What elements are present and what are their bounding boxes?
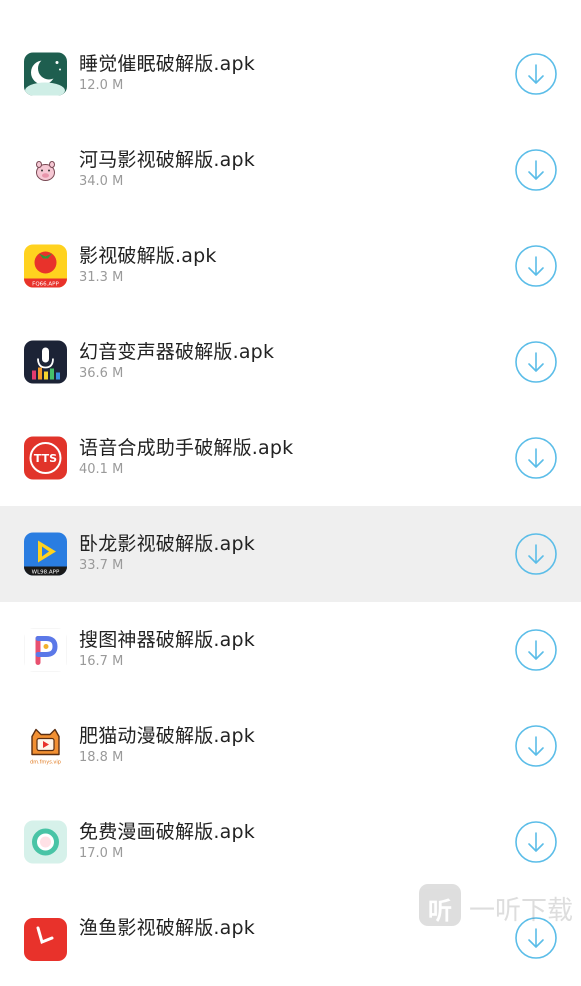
- svg-text:WL98.APP: WL98.APP: [32, 570, 60, 576]
- download-arrow-icon: [515, 629, 557, 671]
- item-title: 卧龙影视破解版.apk: [79, 533, 255, 555]
- red-app-icon: [24, 918, 67, 961]
- download-arrow-icon: [515, 725, 557, 767]
- download-button[interactable]: [515, 821, 557, 863]
- item-title: 语音合成助手破解版.apk: [79, 437, 294, 459]
- download-button[interactable]: [515, 341, 557, 383]
- download-arrow-icon: [515, 149, 557, 191]
- download-button[interactable]: [515, 149, 557, 191]
- download-arrow-icon: [515, 821, 557, 863]
- list-item[interactable]: 免费漫画破解版.apk 17.0 M: [0, 794, 581, 890]
- pink-pig-icon: [24, 148, 67, 192]
- list-item[interactable]: 睡觉催眠破解版.apk 12.0 M: [0, 26, 581, 122]
- svg-text:TTS: TTS: [34, 452, 57, 465]
- watermark-logo-icon: 听: [419, 884, 461, 926]
- download-arrow-icon: [515, 341, 557, 383]
- item-size: 31.3 M: [79, 270, 124, 285]
- item-title: 渔鱼影视破解版.apk: [79, 917, 255, 939]
- download-arrow-icon: [515, 437, 557, 479]
- item-title: 免费漫画破解版.apk: [79, 821, 255, 843]
- ring-icon: [24, 820, 67, 864]
- item-title: 睡觉催眠破解版.apk: [79, 53, 255, 75]
- item-size: 40.1 M: [79, 462, 124, 477]
- download-button[interactable]: [515, 629, 557, 671]
- item-title: 肥猫动漫破解版.apk: [79, 725, 255, 747]
- microphone-icon: [24, 340, 67, 384]
- list-item[interactable]: 河马影视破解版.apk 34.0 M: [0, 122, 581, 218]
- item-size: 16.7 M: [79, 654, 124, 669]
- list-item[interactable]: 幻音变声器破解版.apk 36.6 M: [0, 314, 581, 410]
- download-button[interactable]: [515, 437, 557, 479]
- item-title: 影视破解版.apk: [79, 245, 217, 267]
- item-size: 17.0 M: [79, 846, 124, 861]
- cat-tv-icon: dm.fmys.vip: [24, 724, 67, 768]
- svg-text:FQ66.APP: FQ66.APP: [32, 282, 59, 288]
- svg-text:dm.fmys.vip: dm.fmys.vip: [30, 760, 61, 766]
- list-item[interactable]: TTS 语音合成助手破解版.apk 40.1 M: [0, 410, 581, 506]
- item-size: 18.8 M: [79, 750, 124, 765]
- watermark: 听 一听下载: [419, 884, 579, 928]
- download-button[interactable]: [515, 245, 557, 287]
- download-arrow-icon: [515, 53, 557, 95]
- download-arrow-icon: [515, 533, 557, 575]
- tomato-icon: FQ66.APP: [24, 244, 67, 288]
- watermark-logo-glyph: 听: [428, 897, 452, 925]
- item-size: 12.0 M: [79, 78, 124, 93]
- moon-sleep-icon: [24, 52, 67, 96]
- item-size: 33.7 M: [79, 558, 124, 573]
- list-item[interactable]: 搜图神器破解版.apk 16.7 M: [0, 602, 581, 698]
- list-item[interactable]: FQ66.APP 影视破解版.apk 31.3 M: [0, 218, 581, 314]
- tts-icon: TTS: [24, 436, 67, 480]
- item-title: 河马影视破解版.apk: [79, 149, 255, 171]
- download-arrow-icon: [515, 245, 557, 287]
- play-icon: WL98.APP: [24, 532, 67, 576]
- download-button[interactable]: [515, 533, 557, 575]
- list-item[interactable]: WL98.APP 卧龙影视破解版.apk 33.7 M: [0, 506, 581, 602]
- item-title: 幻音变声器破解版.apk: [79, 341, 275, 363]
- watermark-text: 一听下载: [469, 896, 574, 926]
- apk-list: 睡觉催眠破解版.apk 12.0 M 河马影视破解版.apk 34.0 M FQ…: [0, 26, 581, 986]
- letter-p-icon: [24, 628, 67, 672]
- download-button[interactable]: [515, 725, 557, 767]
- item-size: 34.0 M: [79, 174, 124, 189]
- item-title: 搜图神器破解版.apk: [79, 629, 255, 651]
- item-size: 36.6 M: [79, 366, 124, 381]
- download-button[interactable]: [515, 53, 557, 95]
- list-item[interactable]: dm.fmys.vip 肥猫动漫破解版.apk 18.8 M: [0, 698, 581, 794]
